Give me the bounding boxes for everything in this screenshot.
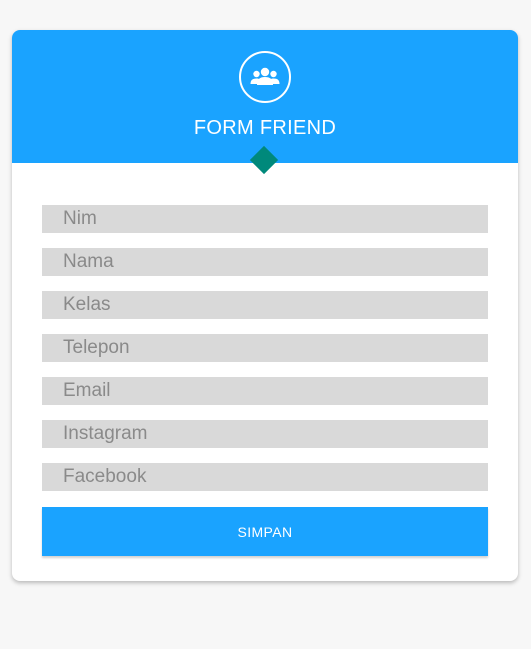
instagram-field[interactable] (42, 420, 488, 448)
email-field[interactable] (42, 377, 488, 405)
card-header: FORM FRIEND (12, 30, 518, 163)
page-title: FORM FRIEND (193, 117, 337, 139)
save-button[interactable]: SIMPAN (42, 507, 488, 556)
telepon-field[interactable] (42, 334, 488, 362)
kelas-field[interactable] (42, 291, 488, 319)
nim-field[interactable] (42, 205, 488, 233)
form-card: FORM FRIEND SIMPAN (12, 30, 518, 581)
group-icon (239, 51, 291, 103)
nama-field[interactable] (42, 248, 488, 276)
facebook-field[interactable] (42, 463, 488, 491)
